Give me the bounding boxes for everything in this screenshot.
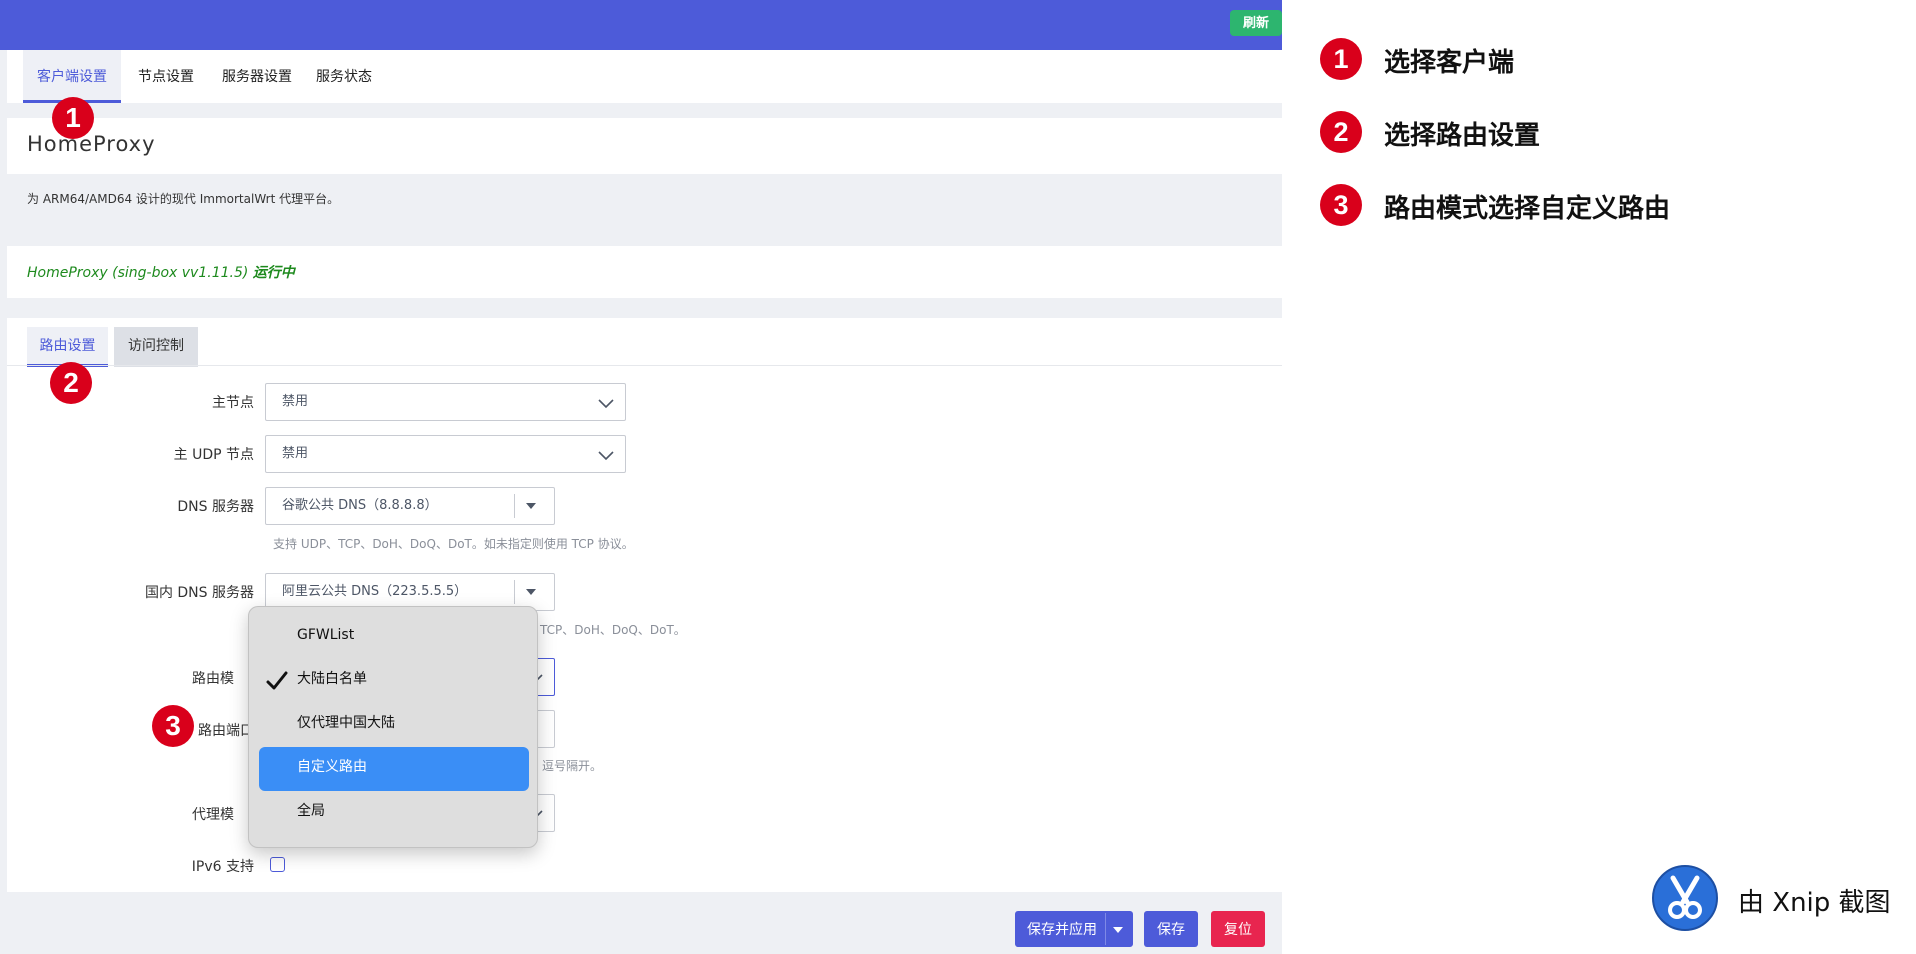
xnip-watermark: 由 Xnip 截图 xyxy=(1738,888,1891,918)
service-status: HomeProxy (sing-box vv1.11.5) 运行中 xyxy=(27,262,295,282)
main-udp-node-label: 主 UDP 节点 xyxy=(173,447,254,463)
status-running: 运行中 xyxy=(252,265,295,281)
tab-server-settings[interactable]: 服务器设置 xyxy=(208,50,306,103)
page-description: 为 ARM64/AMD64 设计的现代 ImmortalWrt 代理平台。 xyxy=(27,192,340,206)
caret-down-icon[interactable] xyxy=(526,589,536,595)
tab-access-control[interactable]: 访问控制 xyxy=(114,327,198,367)
main-node-select[interactable]: 禁用 xyxy=(265,383,626,421)
legend-number: 2 xyxy=(1320,111,1362,153)
chevron-down-icon xyxy=(598,399,614,409)
dns-server-hint: 支持 UDP、TCP、DoH、DoQ、DoT。如未指定则使用 TCP 协议。 xyxy=(273,537,634,551)
main-udp-node-value: 禁用 xyxy=(282,446,309,461)
reset-button[interactable]: 复位 xyxy=(1211,911,1265,947)
tab-routing-settings[interactable]: 路由设置 xyxy=(27,327,108,367)
dropdown-option-gfwlist[interactable]: GFWList xyxy=(259,615,529,659)
dropdown-option-mainland-whitelist[interactable]: 大陆白名单 xyxy=(259,659,529,703)
chevron-down-icon xyxy=(598,451,614,461)
dropdown-option-custom-routing[interactable]: 自定义路由 xyxy=(259,747,529,791)
checkmark-icon xyxy=(266,671,288,690)
xnip-logo-icon xyxy=(1652,865,1718,931)
dropdown-option-global[interactable]: 全局 xyxy=(259,791,529,835)
proxy-mode-label: 代理模 xyxy=(192,807,234,823)
ipv6-label: IPv6 支持 xyxy=(191,859,254,875)
dns-server-value: 谷歌公共 DNS（8.8.8.8） xyxy=(282,498,438,513)
dns-server-label: DNS 服务器 xyxy=(177,499,254,515)
status-version: HomeProxy (sing-box vv1.11.5) xyxy=(27,265,253,281)
save-apply-divider xyxy=(1105,913,1106,945)
save-button[interactable]: 保存 xyxy=(1144,911,1198,947)
legend-text: 路由模式选择自定义路由 xyxy=(1384,194,1671,224)
tab-client-settings[interactable]: 客户端设置 xyxy=(23,50,121,103)
app-window: 刷新 客户端设置 节点设置 服务器设置 服务状态 HomeProxy 为 ARM… xyxy=(0,0,1282,954)
dns-server-combobox[interactable]: 谷歌公共 DNS（8.8.8.8） xyxy=(265,487,555,525)
main-udp-node-select[interactable]: 禁用 xyxy=(265,435,626,473)
annotation-marker-2: 2 xyxy=(50,362,92,404)
dropdown-option-proxy-mainland-only[interactable]: 仅代理中国大陆 xyxy=(259,703,529,747)
combo-divider xyxy=(514,580,515,604)
legend-text: 选择客户端 xyxy=(1384,48,1515,78)
china-dns-server-label: 国内 DNS 服务器 xyxy=(144,585,254,601)
routing-mode-dropdown: GFWList 大陆白名单 仅代理中国大陆 自定义路由 全局 xyxy=(248,606,538,848)
main-node-label: 主节点 xyxy=(212,395,254,411)
tab-divider xyxy=(7,365,1282,366)
page-title: HomeProxy xyxy=(27,132,156,156)
tab-node-settings[interactable]: 节点设置 xyxy=(124,50,208,103)
caret-down-icon[interactable] xyxy=(526,503,536,509)
routing-port-label: 路由端口 xyxy=(198,723,254,739)
refresh-button[interactable]: 刷新 xyxy=(1230,10,1282,36)
legend-number: 1 xyxy=(1320,38,1362,80)
title-panel: HomeProxy xyxy=(7,118,1282,174)
legend-number: 3 xyxy=(1320,184,1362,226)
caret-down-icon[interactable] xyxy=(1113,927,1123,933)
legend-text: 选择路由设置 xyxy=(1384,121,1541,151)
annotation-marker-3: 3 xyxy=(152,705,194,747)
ipv6-checkbox[interactable] xyxy=(270,857,285,872)
china-dns-server-hint: TCP、DoH、DoQ、DoT。 xyxy=(540,623,686,637)
tab-service-status[interactable]: 服务状态 xyxy=(307,50,381,103)
main-node-value: 禁用 xyxy=(282,394,309,409)
status-panel: HomeProxy (sing-box vv1.11.5) 运行中 xyxy=(7,246,1282,298)
annotation-marker-1: 1 xyxy=(52,97,94,139)
main-tabs: 客户端设置 节点设置 服务器设置 服务状态 xyxy=(7,50,1282,103)
routing-mode-label: 路由模 xyxy=(192,671,234,687)
top-bar: 刷新 xyxy=(0,0,1282,50)
combo-divider xyxy=(514,494,515,518)
routing-port-hint: 逗号隔开。 xyxy=(542,759,603,773)
china-dns-server-value: 阿里云公共 DNS（223.5.5.5） xyxy=(282,584,468,599)
